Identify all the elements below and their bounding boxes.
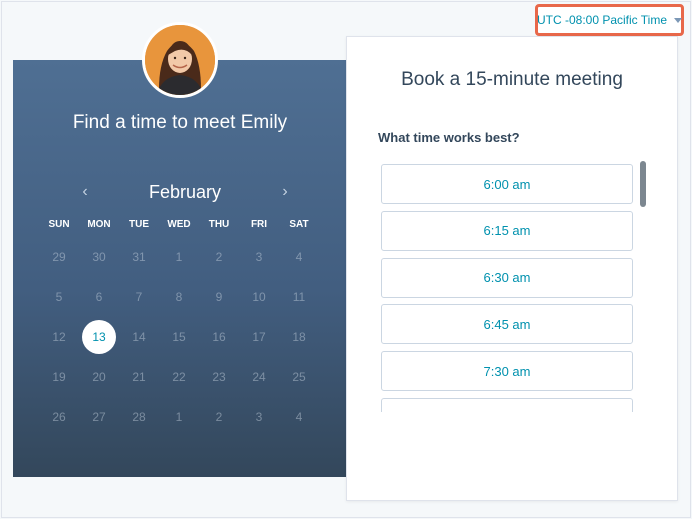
calendar-day: 8 — [175, 290, 183, 304]
calendar-day: 22 — [172, 370, 186, 384]
calendar-day: 12 — [52, 330, 66, 344]
timezone-label: UTC -08:00 Pacific Time — [536, 13, 668, 27]
weekday-label: WED — [167, 219, 191, 230]
calendar-week: 12 13 14 15 16 17 18 — [39, 320, 319, 354]
calendar-week: 5 6 7 8 9 10 11 — [39, 280, 319, 314]
calendar-day: 2 — [215, 410, 223, 424]
calendar-day: 31 — [132, 250, 146, 264]
time-slot-list[interactable]: 6:00 am 6:15 am 6:30 am 6:45 am 7:30 am — [381, 164, 635, 412]
calendar-day: 4 — [295, 410, 303, 424]
weekday-label: SUN — [48, 219, 70, 230]
calendar-day: 14 — [132, 330, 146, 344]
calendar-week: 19 20 21 22 23 24 25 — [39, 360, 319, 394]
selected-day-label: 13 — [82, 320, 116, 354]
calendar-day: 7 — [135, 290, 143, 304]
weekday-label: MON — [87, 219, 111, 230]
weekday-label: SAT — [289, 219, 309, 230]
calendar-day: 28 — [132, 410, 146, 424]
time-slot-button[interactable]: 6:15 am — [381, 210, 633, 251]
caret-down-icon — [674, 17, 683, 23]
scrollbar[interactable] — [640, 161, 646, 207]
month-navigation: ‹ February › — [73, 180, 297, 204]
chevron-right-icon[interactable]: › — [273, 183, 297, 201]
time-slot-button[interactable]: 6:30 am — [381, 257, 633, 298]
time-question: What time works best? — [378, 130, 520, 145]
weekday-label: TUE — [129, 219, 149, 230]
calendar-week: 26 27 28 1 2 3 4 — [39, 400, 319, 434]
calendar-day: 6 — [95, 290, 103, 304]
calendar-day: 19 — [52, 370, 66, 384]
calendar-day: 1 — [175, 250, 183, 264]
calendar-day: 1 — [175, 410, 183, 424]
calendar-day: 4 — [295, 250, 303, 264]
chevron-left-icon[interactable]: ‹ — [73, 183, 97, 201]
booking-panel: Book a 15-minute meeting What time works… — [346, 36, 678, 501]
calendar-day: 16 — [212, 330, 226, 344]
calendar-day: 5 — [55, 290, 63, 304]
time-slot-button[interactable]: 6:45 am — [381, 304, 633, 345]
timezone-dropdown[interactable]: UTC -08:00 Pacific Time — [535, 4, 684, 36]
calendar-day: 2 — [215, 250, 223, 264]
calendar-day: 21 — [132, 370, 146, 384]
calendar-day: 17 — [252, 330, 266, 344]
host-title: Find a time to meet Emily — [72, 112, 288, 133]
calendar-day: 10 — [252, 290, 266, 304]
calendar-day: 23 — [212, 370, 226, 384]
time-slot-button[interactable]: 6:00 am — [381, 164, 633, 204]
calendar-day: 24 — [252, 370, 266, 384]
calendar-day: 11 — [292, 290, 306, 304]
calendar-day: 15 — [172, 330, 186, 344]
calendar-week: 29 30 31 1 2 3 4 — [39, 240, 319, 274]
weekday-label: FRI — [250, 219, 268, 230]
calendar-day: 26 — [52, 410, 66, 424]
weekday-header: SUN MON TUE WED THU FRI SAT — [39, 219, 319, 230]
avatar — [142, 22, 218, 98]
calendar-day: 27 — [92, 410, 106, 424]
calendar-day: 9 — [215, 290, 223, 304]
avatar-photo — [145, 25, 215, 95]
calendar-day: 20 — [92, 370, 106, 384]
calendar-day-selected[interactable]: 13 — [79, 320, 119, 354]
time-slot-button[interactable]: 7:30 am — [381, 351, 633, 391]
calendar-day: 18 — [292, 330, 306, 344]
calendar-day: 3 — [255, 250, 263, 264]
calendar-day: 30 — [92, 250, 106, 264]
month-label: February — [148, 181, 222, 202]
calendar-day: 29 — [52, 250, 66, 264]
calendar-day: 3 — [255, 410, 263, 424]
time-slot-button[interactable] — [381, 397, 633, 412]
weekday-label: THU — [208, 219, 230, 230]
booking-title: Book a 15-minute meeting — [401, 69, 623, 90]
calendar-day: 25 — [292, 370, 306, 384]
